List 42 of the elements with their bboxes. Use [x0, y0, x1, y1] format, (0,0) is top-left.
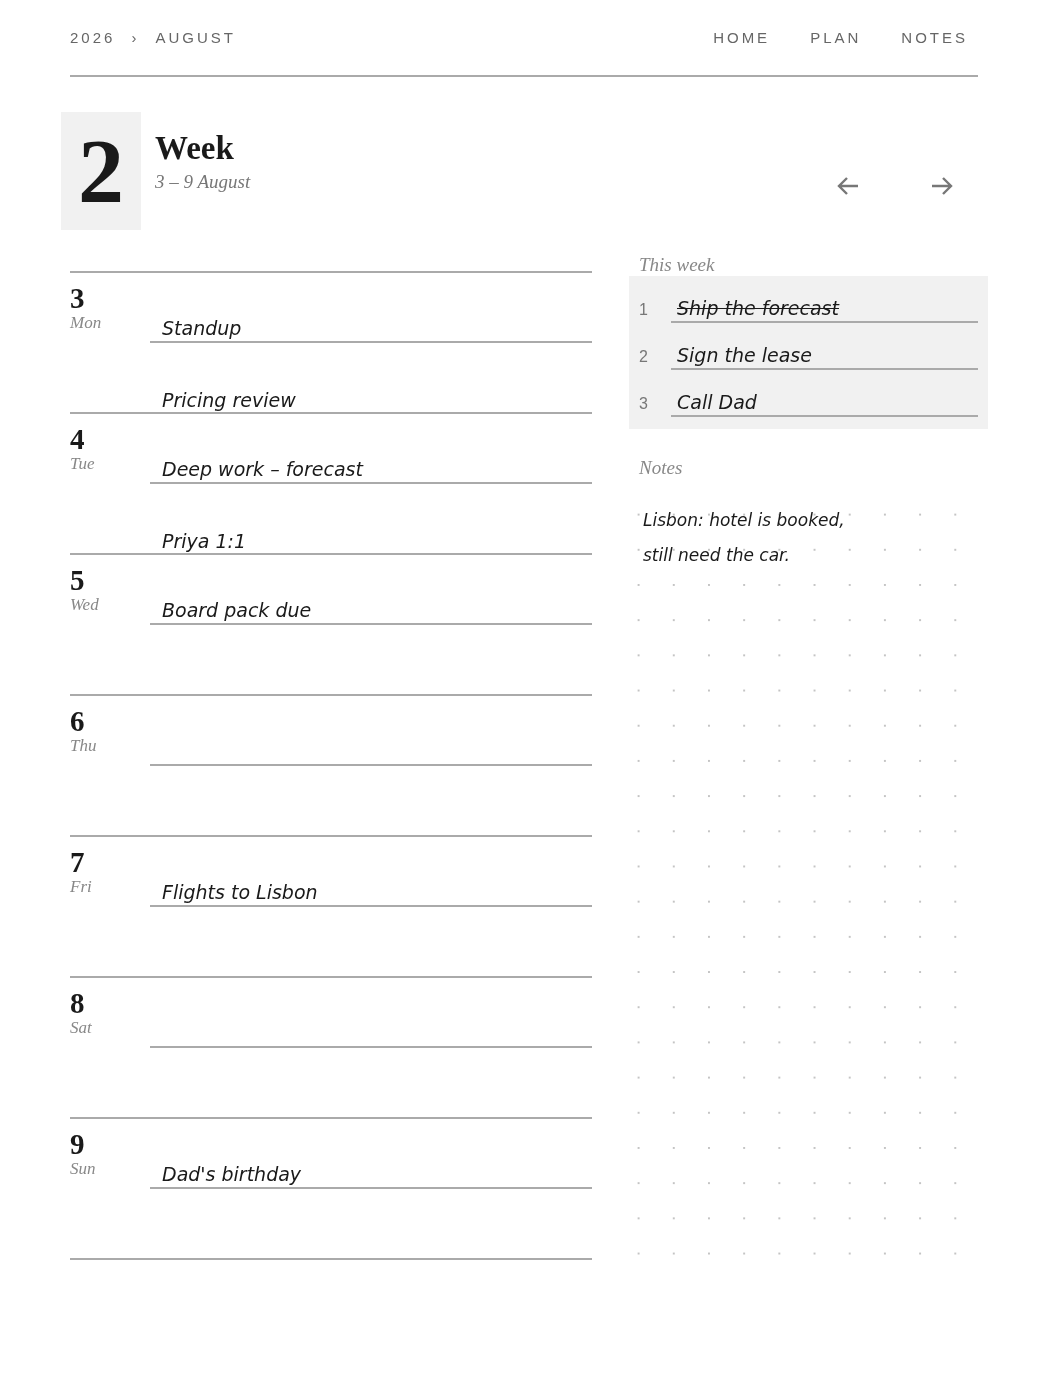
day-number: 6	[70, 706, 85, 737]
day-entry: Pricing review	[162, 389, 296, 412]
week-range: 3 – 9 August	[155, 170, 251, 193]
breadcrumb-separator: ›	[131, 29, 140, 46]
breadcrumb-year[interactable]: 2026	[70, 29, 116, 46]
right-arrow-icon	[930, 176, 954, 196]
weekday: Sat	[70, 1018, 92, 1039]
nav-link[interactable]: PLAN	[810, 29, 862, 46]
day-number: 5	[70, 565, 85, 596]
task-number: 2	[639, 348, 649, 367]
day-number: 8	[70, 988, 85, 1019]
section-heading: This week	[639, 254, 715, 276]
task-number: 3	[639, 395, 649, 414]
weekday: Tue	[70, 454, 95, 475]
nav-link[interactable]: NOTES	[901, 29, 968, 46]
day-entry: Board pack due	[162, 599, 312, 622]
breadcrumb-month[interactable]: AUGUST	[155, 29, 236, 46]
day-entry: Priya 1:1	[162, 530, 247, 553]
section-heading: Notes	[639, 457, 683, 479]
week-number: 2	[61, 112, 141, 230]
task-text[interactable]: Ship the forecast	[677, 297, 839, 319]
week-title: Week	[155, 129, 235, 167]
task-text[interactable]: Call Dad	[677, 391, 757, 413]
day-entry: Flights to Lisbon	[162, 881, 318, 904]
nav-link[interactable]: HOME	[713, 29, 771, 46]
weekday: Mon	[70, 313, 102, 334]
weekday: Thu	[70, 736, 97, 757]
day-entry: Dad's birthday	[162, 1163, 302, 1186]
task-number: 1	[639, 301, 649, 320]
day-number: 9	[70, 1129, 85, 1160]
day-entry: Deep work – forecast	[162, 458, 363, 481]
day-entry: Standup	[162, 317, 242, 340]
weekday: Fri	[70, 877, 92, 898]
note-text: still need the car.	[643, 544, 790, 568]
left-arrow-icon	[836, 176, 860, 196]
weekday: Sun	[70, 1159, 96, 1180]
day-number: 4	[70, 424, 85, 455]
day-number: 3	[70, 283, 85, 314]
task-text[interactable]: Sign the lease	[677, 344, 812, 366]
note-text: Lisbon: hotel is booked,	[643, 509, 845, 532]
day-number: 7	[70, 847, 85, 878]
weekday: Wed	[70, 595, 99, 616]
